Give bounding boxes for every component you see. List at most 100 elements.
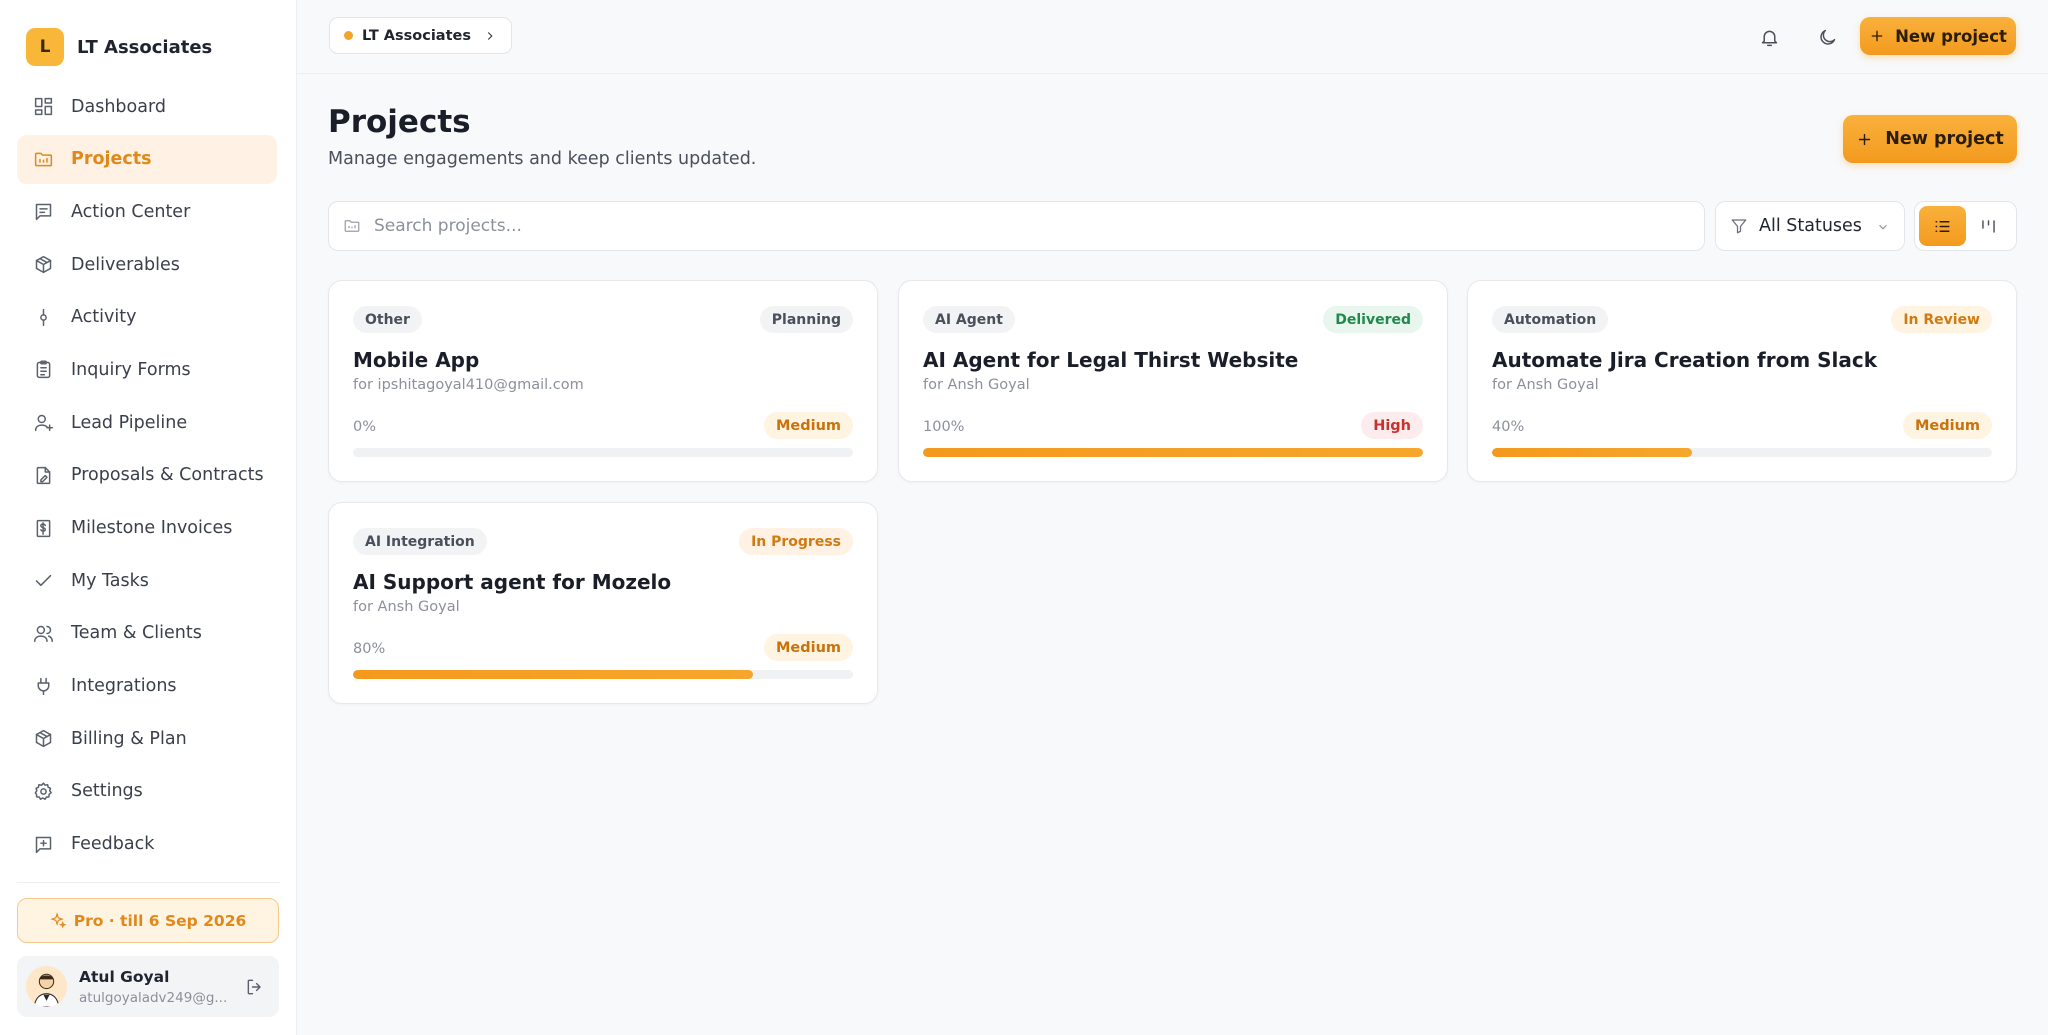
- avatar: [26, 966, 67, 1007]
- activity-icon: [32, 306, 54, 328]
- moon-icon: [1819, 29, 1835, 45]
- plus-icon: [1859, 133, 1871, 145]
- status-filter-select[interactable]: All Statuses: [1715, 201, 1905, 251]
- search-input[interactable]: [374, 216, 1674, 236]
- sidebar-item-milestone-invoices[interactable]: Milestone Invoices: [17, 504, 277, 553]
- breadcrumb-label: LT Associates: [362, 27, 471, 44]
- sidebar-item-team-clients[interactable]: Team & Clients: [17, 609, 277, 658]
- sidebar-item-dashboard[interactable]: Dashboard: [17, 82, 277, 131]
- project-client: for Ansh Goyal: [923, 377, 1030, 393]
- plan-label: Pro · till 6 Sep 2026: [73, 911, 247, 930]
- sparkles-icon: [49, 912, 67, 929]
- user-info: Atul Goyal atulgoyaladv249@g...: [79, 968, 231, 1006]
- category-tag: Automation: [1492, 306, 1609, 333]
- project-card-ai-support-mozelo[interactable]: AI Integration In Progress AI Support ag…: [328, 502, 878, 704]
- check-icon: [32, 570, 54, 592]
- sidebar-item-label: Dashboard: [71, 96, 166, 117]
- project-card-automate-jira[interactable]: Automation In Review Automate Jira Creat…: [1467, 280, 2017, 482]
- notifications-button[interactable]: [1754, 22, 1784, 52]
- sidebar-item-billing-plan[interactable]: Billing & Plan: [17, 714, 277, 763]
- sidebar-item-label: Proposals & Contracts: [71, 465, 264, 486]
- new-project-button[interactable]: New project: [1843, 115, 2017, 163]
- sidebar-item-inquiry-forms[interactable]: Inquiry Forms: [17, 345, 277, 394]
- workspace-logo: L: [26, 28, 64, 66]
- user-card[interactable]: Atul Goyal atulgoyaladv249@g...: [17, 956, 279, 1017]
- sidebar-item-deliverables[interactable]: Deliverables: [17, 240, 277, 289]
- kanban-icon: [1982, 219, 1996, 233]
- message-plus-icon: [32, 833, 54, 855]
- clipboard-icon: [32, 359, 54, 381]
- topbar: LT Associates New project: [297, 0, 2048, 74]
- theme-toggle-button[interactable]: [1812, 22, 1842, 52]
- workspace-name: LT Associates: [77, 36, 213, 58]
- list-icon: [1935, 220, 1950, 232]
- sidebar-item-feedback[interactable]: Feedback: [17, 820, 277, 869]
- search-box: [328, 201, 1705, 251]
- sidebar-item-label: Lead Pipeline: [71, 412, 188, 433]
- bell-icon: [1761, 30, 1777, 46]
- new-project-button-top[interactable]: New project: [1860, 17, 2016, 55]
- chevron-down-icon: [1876, 219, 1890, 239]
- sidebar-item-label: Deliverables: [71, 254, 180, 275]
- status-badge: In Progress: [739, 528, 853, 555]
- sidebar-item-integrations[interactable]: Integrations: [17, 662, 277, 711]
- project-title: AI Support agent for Mozelo: [353, 570, 672, 594]
- receipt-icon: [32, 517, 54, 539]
- sidebar-item-label: Milestone Invoices: [71, 518, 233, 538]
- sidebar-item-projects[interactable]: Projects: [17, 134, 277, 184]
- progress-label: 100%: [923, 419, 965, 435]
- logout-icon: [247, 979, 261, 994]
- message-square-icon: [32, 201, 54, 223]
- sidebar-divider: [17, 882, 280, 883]
- workspace-brand[interactable]: L LT Associates: [26, 28, 212, 66]
- sidebar-item-activity[interactable]: Activity: [17, 293, 277, 342]
- file-signature-icon: [32, 464, 54, 486]
- board-view-button[interactable]: [1966, 206, 2013, 246]
- sidebar-item-label: Action Center: [71, 201, 191, 222]
- project-client: for Ansh Goyal: [1492, 377, 1599, 393]
- sidebar-item-action-center[interactable]: Action Center: [17, 187, 277, 236]
- folder-icon: [32, 148, 54, 170]
- category-tag: AI Agent: [923, 306, 1015, 333]
- sidebar-item-lead-pipeline[interactable]: Lead Pipeline: [17, 398, 277, 447]
- sidebar-item-label: Inquiry Forms: [71, 359, 191, 380]
- workspace-status-dot: [344, 31, 353, 40]
- progress-label: 80%: [353, 641, 386, 657]
- plug-icon: [32, 675, 54, 697]
- priority-badge: Medium: [1902, 412, 1992, 439]
- sidebar-item-proposals-contracts[interactable]: Proposals & Contracts: [17, 451, 277, 500]
- project-client: for Ansh Goyal: [353, 599, 460, 615]
- sidebar-item-label: Activity: [71, 307, 137, 328]
- plan-badge[interactable]: Pro · till 6 Sep 2026: [17, 898, 279, 943]
- filter-icon: [1730, 217, 1748, 235]
- view-toggle: [1914, 201, 2017, 251]
- progress-bar: [353, 448, 853, 457]
- project-title: AI Agent for Legal Thirst Website: [923, 348, 1299, 372]
- sidebar-item-my-tasks[interactable]: My Tasks: [17, 556, 277, 605]
- user-plus-icon: [32, 412, 54, 434]
- logout-button[interactable]: [243, 975, 267, 999]
- sidebar-nav: Dashboard Projects Action Center Deliver…: [17, 82, 277, 872]
- workspace-breadcrumb[interactable]: LT Associates: [329, 17, 512, 54]
- folder-icon: [344, 220, 360, 232]
- priority-badge: High: [1361, 412, 1423, 439]
- sidebar-item-label: Projects: [71, 149, 152, 170]
- progress-bar-fill: [353, 670, 753, 679]
- category-tag: Other: [353, 306, 422, 333]
- priority-badge: Medium: [763, 412, 853, 439]
- sidebar-item-settings[interactable]: Settings: [17, 767, 277, 816]
- sidebar-item-label: Billing & Plan: [71, 728, 187, 749]
- chevron-right-icon: [487, 31, 493, 40]
- gear-icon: [32, 780, 54, 802]
- project-card-mobile-app[interactable]: Other Planning Mobile App for ipshitagoy…: [328, 280, 878, 482]
- project-title: Automate Jira Creation from Slack: [1492, 348, 1878, 372]
- users-icon: [32, 622, 54, 644]
- dashboard-icon: [32, 96, 54, 118]
- sidebar-item-label: My Tasks: [71, 570, 149, 591]
- page-title: Projects: [328, 104, 471, 140]
- list-view-button[interactable]: [1919, 206, 1966, 246]
- status-badge: In Review: [1891, 306, 1992, 333]
- project-card-ai-agent-legal[interactable]: AI Agent Delivered AI Agent for Legal Th…: [898, 280, 1448, 482]
- progress-bar: [353, 670, 853, 679]
- status-badge: Delivered: [1323, 306, 1423, 333]
